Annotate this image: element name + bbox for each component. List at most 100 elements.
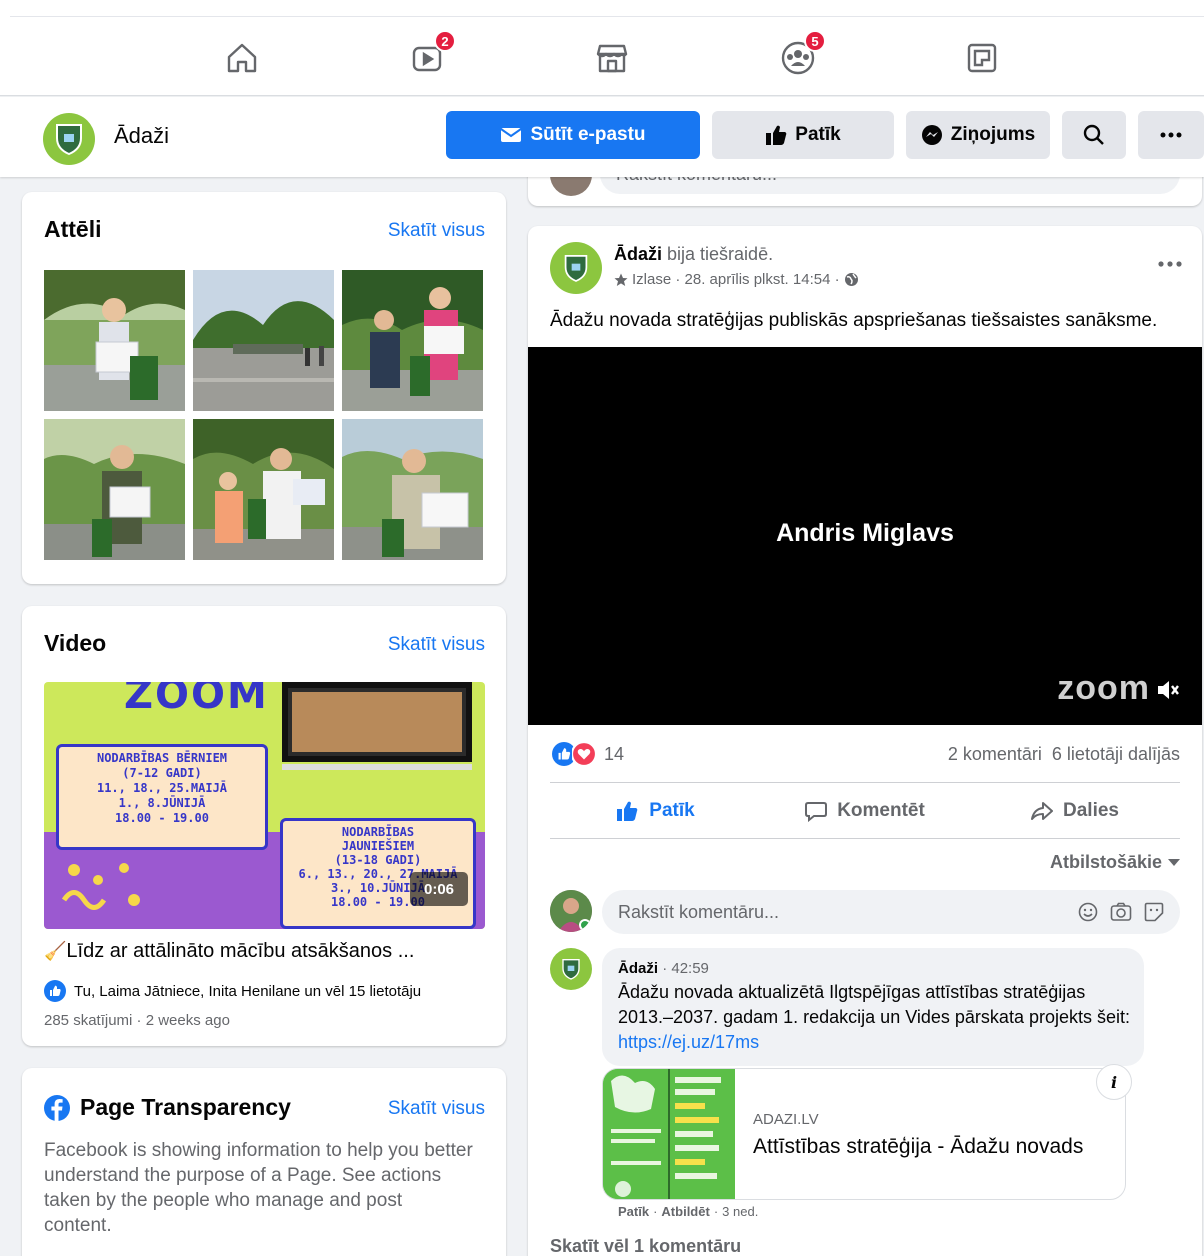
- messenger-icon: [921, 125, 942, 145]
- post-share-button[interactable]: Dalies: [970, 788, 1180, 834]
- comment-sort-label: Atbilstošākie: [1049, 852, 1162, 872]
- comment-like-link[interactable]: Patīk: [618, 1204, 649, 1219]
- thumb-teens-line: NODARBĪBAS: [341, 825, 415, 839]
- sticker-icon[interactable]: [1144, 902, 1164, 922]
- comments-count[interactable]: 2 komentāri: [948, 744, 1042, 765]
- comment-icon: [805, 802, 828, 822]
- transparency-header: Page Transparency: [44, 1094, 291, 1121]
- post-author-avatar[interactable]: [550, 242, 602, 294]
- broom-icon: 🧹: [44, 941, 67, 961]
- info-icon[interactable]: i: [1096, 1064, 1132, 1100]
- page-name[interactable]: Ādaži: [114, 123, 169, 149]
- reactions-count: 14: [604, 743, 625, 764]
- photo-thumbnail[interactable]: [44, 419, 185, 560]
- facebook-icon: [44, 1094, 70, 1121]
- comment-timestamp[interactable]: 42:59: [671, 960, 709, 977]
- post-options-button[interactable]: [1158, 254, 1182, 272]
- more-icon: [1160, 132, 1182, 138]
- thumb-kids-box: NODARBĪBAS BĒRNIEM (7-12 GADI) 11., 18.,…: [56, 744, 268, 850]
- link-preview-domain: ADAZI.LV: [753, 1111, 819, 1128]
- comment-placeholder: Rakstīt komentāru...: [618, 902, 780, 922]
- page-avatar[interactable]: [43, 113, 95, 165]
- videos-card: Video Skatīt visus ZOOM NODARBĪBAS BĒRNI…: [22, 606, 506, 1046]
- message-button[interactable]: Ziņojums: [906, 111, 1050, 159]
- comment-body: Ādažu novada aktualizētā Ilgtspējīgas at…: [618, 982, 1130, 1027]
- comment-text: Ādažu novada aktualizētā Ilgtspējīgas at…: [618, 980, 1138, 1055]
- like-page-button[interactable]: Patīk: [712, 111, 894, 159]
- watch-badge: 2: [434, 30, 456, 52]
- comment-reply-link[interactable]: Atbildēt: [661, 1204, 709, 1219]
- comment-author-avatar[interactable]: [550, 948, 592, 990]
- photos-see-all-link[interactable]: Skatīt visus: [388, 220, 485, 242]
- more-options-button[interactable]: [1138, 111, 1204, 159]
- comment-author[interactable]: Ādaži: [618, 960, 658, 977]
- more-icon: [1158, 261, 1182, 267]
- post-video[interactable]: Andris Miglavs zoom: [528, 347, 1202, 725]
- post-author[interactable]: Ādaži: [614, 244, 662, 264]
- transparency-title: Page Transparency: [80, 1094, 291, 1120]
- photo-thumbnail[interactable]: [193, 270, 334, 411]
- reactions-summary[interactable]: 14: [552, 742, 624, 766]
- current-user-avatar[interactable]: [550, 890, 592, 932]
- divider: [550, 782, 1180, 783]
- view-more-comments-link[interactable]: Skatīt vēl 1 komentāru: [550, 1236, 741, 1256]
- groups-icon[interactable]: 5: [776, 30, 826, 80]
- post-comment-label: Komentēt: [837, 800, 925, 821]
- transparency-card: Page Transparency Skatīt visus Facebook …: [22, 1068, 506, 1256]
- video-likers-text: Tu, Laima Jātniece, Inita Henilane un vē…: [74, 982, 422, 1000]
- thumb-kids-line: NODARBĪBAS BĒRNIEM: [96, 751, 228, 765]
- comment-header: Ādaži · 42:59: [618, 960, 709, 977]
- watch-icon[interactable]: 2: [406, 30, 456, 80]
- post-meta: Izlase · 28. aprīlis plkst. 14:54 ·: [614, 271, 859, 288]
- shares-count[interactable]: 6 lietotāji dalījās: [1052, 744, 1180, 765]
- groups-badge: 5: [804, 30, 826, 52]
- comment-link[interactable]: https://ej.uz/17ms: [618, 1032, 759, 1052]
- thumb-decoration: [54, 860, 154, 920]
- page-header: Ādaži Sūtīt e-pastu Patīk Ziņojums: [0, 97, 1204, 177]
- divider: [550, 838, 1180, 839]
- transparency-see-all-link[interactable]: Skatīt visus: [388, 1098, 485, 1120]
- message-label: Ziņojums: [950, 124, 1036, 145]
- emoji-icon[interactable]: [1078, 902, 1098, 922]
- thumb-zoom-text: ZOOM: [124, 682, 269, 718]
- post-like-button[interactable]: Patīk: [550, 788, 760, 834]
- video-thumbnail[interactable]: ZOOM NODARBĪBAS BĒRNIEM (7-12 GADI) 11.,…: [44, 682, 485, 929]
- videos-see-all-link[interactable]: Skatīt visus: [388, 634, 485, 656]
- comment-input[interactable]: Rakstīt komentāru...: [602, 890, 1180, 934]
- thumb-kids-line: 11., 18., 25.MAIJĀ: [96, 781, 228, 795]
- mute-button[interactable]: [1156, 679, 1180, 706]
- comment-age[interactable]: 3 ned.: [722, 1204, 758, 1219]
- videos-title: Video: [44, 630, 107, 656]
- share-icon: [1031, 802, 1053, 820]
- top-divider: [10, 16, 1204, 17]
- video-caption[interactable]: 🧹Līdz ar attālināto mācību atsākšanos ..…: [44, 940, 485, 963]
- photo-thumbnail[interactable]: [342, 270, 483, 411]
- post-share-label: Dalies: [1063, 800, 1119, 821]
- post-comment-button[interactable]: Komentēt: [760, 788, 970, 834]
- video-meta: 285 skatījumi · 2 weeks ago: [44, 1012, 230, 1029]
- camera-icon[interactable]: [1110, 902, 1132, 922]
- gaming-icon[interactable]: [960, 36, 1004, 80]
- globe-icon: [844, 273, 858, 286]
- search-button[interactable]: [1062, 111, 1126, 159]
- video-duration: 0:06: [410, 872, 468, 906]
- marketplace-icon[interactable]: [590, 36, 634, 80]
- photo-thumbnail[interactable]: [44, 270, 185, 411]
- comment-sort-dropdown[interactable]: Atbilstošākie: [1050, 852, 1180, 873]
- photo-thumbnail[interactable]: [193, 419, 334, 560]
- link-preview[interactable]: ADAZI.LV Attīstības stratēģija - Ādažu n…: [602, 1068, 1126, 1200]
- zoom-logo: zoom: [1057, 669, 1150, 707]
- send-email-button[interactable]: Sūtīt e-pastu: [446, 111, 700, 159]
- thumbs-up-icon: [617, 801, 638, 821]
- thumb-kids-line: 18.00 - 19.00: [115, 811, 209, 825]
- photo-thumbnail[interactable]: [342, 419, 483, 560]
- send-email-label: Sūtīt e-pastu: [530, 124, 646, 145]
- post-card: Ādaži bija tiešraidē. Izlase · 28. aprīl…: [528, 226, 1202, 1256]
- thumb-teens-line: (13-18 GADI): [334, 853, 422, 867]
- video-likers[interactable]: Tu, Laima Jātniece, Inita Henilane un vē…: [44, 980, 421, 1002]
- home-icon[interactable]: [220, 36, 264, 80]
- top-navigation: 2 5: [0, 0, 1204, 96]
- video-participant-name: Andris Miglavs: [776, 519, 954, 547]
- post-meta-text[interactable]: Izlase · 28. aprīlis plkst. 14:54 ·: [632, 271, 840, 288]
- link-preview-image: [603, 1069, 735, 1199]
